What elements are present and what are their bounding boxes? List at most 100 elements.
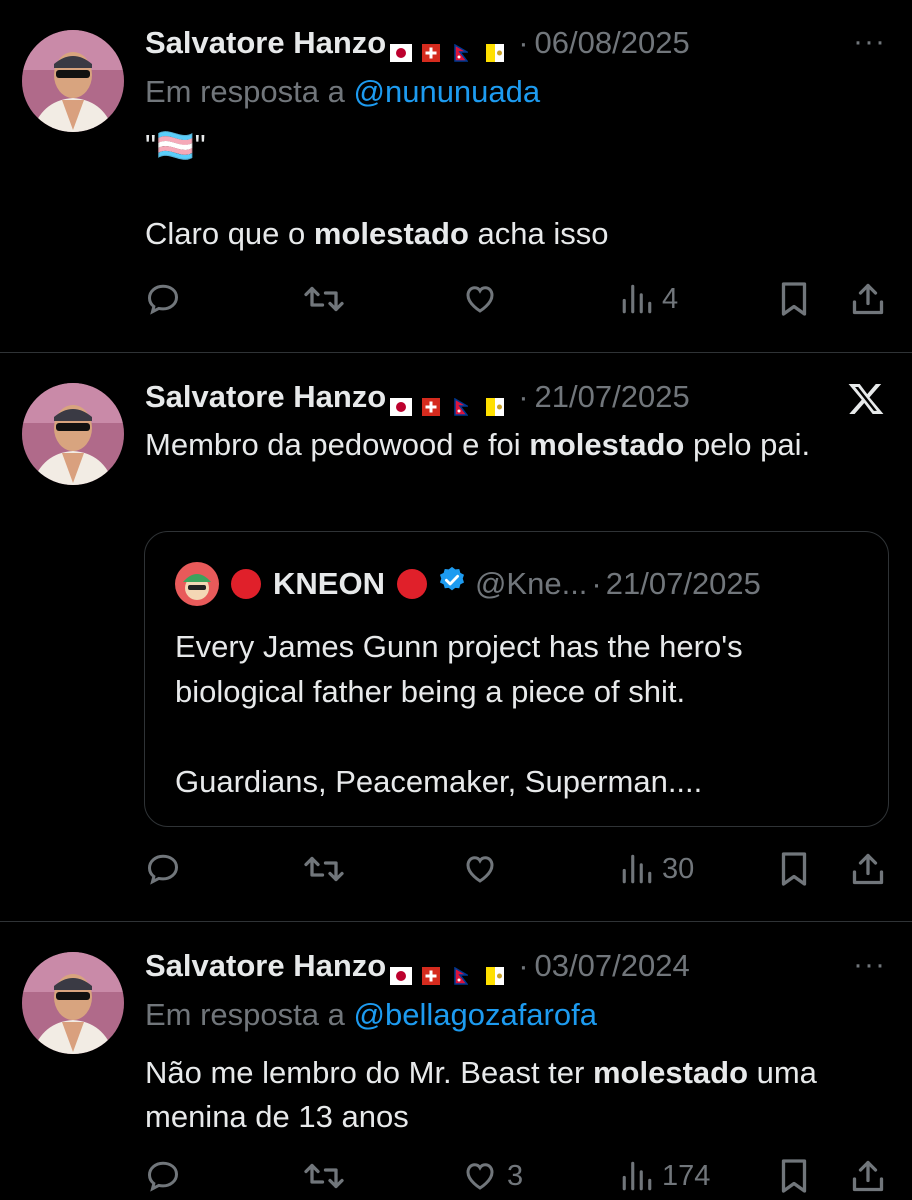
reply-button[interactable] (145, 851, 181, 887)
reply-mention-link[interactable]: @bellagozafarofa (354, 997, 597, 1032)
reply-prefix: Em resposta a (145, 74, 345, 109)
bookmark-icon (781, 1159, 807, 1193)
nepal-flag-icon (454, 34, 476, 62)
quoted-tweet-header: KNEON @Kne... · 21/07/2025 (175, 562, 761, 606)
switzerland-flag-icon (422, 957, 444, 985)
share-icon (852, 853, 884, 885)
views-count: 4 (662, 282, 679, 315)
heart-icon (466, 286, 494, 313)
quoted-handle[interactable]: @Kne... (475, 566, 587, 602)
tweet-date[interactable]: 21/07/2025 (535, 379, 690, 415)
quoted-text-paragraph: Guardians, Peacemaker, Superman.... (175, 764, 703, 799)
flag-icons (390, 34, 508, 62)
bookmark-icon (781, 282, 807, 316)
like-button[interactable] (461, 851, 499, 887)
switzerland-flag-icon (422, 34, 444, 62)
heart-icon (466, 1163, 494, 1190)
flag-icons (390, 957, 508, 985)
red-circle-icon (231, 569, 261, 599)
bookmark-button[interactable] (778, 851, 810, 887)
share-button[interactable] (850, 1158, 886, 1194)
tweet-1[interactable]: Salvatore Hanzo · 06/08/2025 ··· Em resp… (0, 0, 912, 352)
heart-icon (466, 856, 494, 883)
likes-count: 3 (507, 1159, 524, 1192)
nepal-flag-icon (454, 957, 476, 985)
separator-dot: · (518, 379, 529, 414)
separator-dot: · (518, 25, 529, 60)
display-name[interactable]: Salvatore Hanzo (145, 25, 386, 61)
quoted-tweet[interactable]: KNEON @Kne... · 21/07/2025 Every James G… (144, 531, 889, 827)
repost-button[interactable] (303, 851, 345, 887)
separator-dot: · (591, 566, 602, 601)
vatican-flag-icon (486, 34, 508, 62)
quoted-display-name[interactable]: KNEON (273, 566, 385, 602)
bold-word: molestado (313, 216, 469, 251)
repost-icon (304, 286, 344, 312)
reply-context: Em resposta a @bellagozafarofa (145, 997, 597, 1033)
tweet-text: "🏳️‍⚧️" Claro que o molestado acha isso (145, 124, 865, 256)
reply-mention-link[interactable]: @nununuada (354, 74, 541, 109)
flag-icons (390, 388, 508, 416)
tweet-2[interactable]: Salvatore Hanzo · 21/07/2025 Membro da p… (0, 353, 912, 921)
switzerland-flag-icon (422, 388, 444, 416)
reply-icon (147, 284, 179, 315)
reply-button[interactable] (145, 281, 181, 317)
views-icon (622, 1161, 652, 1191)
repost-button[interactable] (303, 1158, 345, 1194)
japan-flag-icon (390, 388, 413, 416)
bookmark-button[interactable] (778, 1158, 810, 1194)
separator-dot: · (518, 948, 529, 983)
repost-icon (304, 856, 344, 882)
japan-flag-icon (390, 34, 413, 62)
tweet-text-line: "🏳️‍⚧️" (145, 128, 206, 163)
display-name[interactable]: Salvatore Hanzo (145, 948, 386, 984)
tweet-text: Não me lembro do Mr. Beast ter molestado… (145, 1055, 817, 1134)
repost-button[interactable] (303, 281, 345, 317)
bold-word: molestado (529, 427, 685, 462)
share-icon (852, 1160, 884, 1192)
tweet-header: Salvatore Hanzo · 03/07/2024 (145, 946, 690, 986)
avatar[interactable] (22, 952, 124, 1054)
tweet-text-line: Claro que o molestado acha isso (145, 216, 609, 251)
tweet-date[interactable]: 03/07/2024 (535, 948, 690, 984)
bookmark-button[interactable] (778, 281, 810, 317)
tweet-header: Salvatore Hanzo · 06/08/2025 (145, 23, 690, 63)
more-icon[interactable]: ··· (853, 25, 886, 59)
bold-word: molestado (592, 1055, 748, 1090)
reply-icon (147, 1161, 179, 1192)
action-bar: 3 174 (0, 1158, 912, 1198)
like-button[interactable]: 3 (461, 1158, 523, 1194)
nepal-flag-icon (454, 388, 476, 416)
quoted-avatar[interactable] (175, 562, 219, 606)
views-button[interactable]: 4 (620, 281, 678, 317)
action-bar: 4 (0, 281, 912, 321)
share-button[interactable] (850, 851, 886, 887)
tweet-date[interactable]: 06/08/2025 (535, 25, 690, 61)
display-name[interactable]: Salvatore Hanzo (145, 379, 386, 415)
views-icon (622, 854, 652, 884)
japan-flag-icon (390, 957, 413, 985)
reply-icon (147, 854, 179, 885)
like-button[interactable] (461, 281, 499, 317)
more-icon[interactable]: ··· (853, 948, 886, 982)
quoted-date[interactable]: 21/07/2025 (606, 566, 761, 602)
share-button[interactable] (850, 281, 886, 317)
reply-prefix: Em resposta a (145, 997, 345, 1032)
tweet-header: Salvatore Hanzo · 21/07/2025 (145, 377, 690, 417)
vatican-flag-icon (486, 388, 508, 416)
quoted-tweet-text: Every James Gunn project has the hero's … (175, 624, 865, 804)
red-circle-icon (396, 569, 427, 599)
action-bar: 30 (0, 851, 912, 891)
vatican-flag-icon (486, 957, 508, 985)
tweet-text: Membro da pedowood e foi molestado pelo … (145, 427, 811, 462)
share-icon (852, 283, 884, 315)
tweet-3[interactable]: Salvatore Hanzo · 03/07/2024 ··· Em resp… (0, 922, 912, 1200)
views-button[interactable]: 174 (620, 1158, 710, 1194)
views-button[interactable]: 30 (620, 851, 694, 887)
repost-icon (304, 1163, 344, 1189)
x-logo-icon[interactable] (846, 380, 886, 423)
reply-button[interactable] (145, 1158, 181, 1194)
reply-context: Em resposta a @nununuada (145, 74, 540, 110)
avatar[interactable] (22, 383, 124, 485)
avatar[interactable] (22, 30, 124, 132)
